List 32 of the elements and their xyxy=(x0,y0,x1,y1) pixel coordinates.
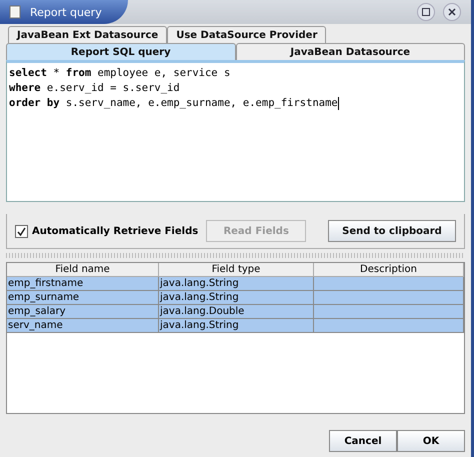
document-icon xyxy=(8,5,22,19)
close-icon xyxy=(448,8,456,16)
checkbox[interactable] xyxy=(15,224,28,238)
table-cell: java.lang.String xyxy=(159,291,314,305)
sql-editor[interactable]: select* from employee e, service s where e.serv_id = s.serv_id order by s.serv_name, e.emp_surname, e.emp_firstname xyxy=(6,60,465,202)
window-title: Report query xyxy=(30,6,102,18)
sql-line: order by s.serv_name, e.emp_surname, e.emp_firstname xyxy=(9,97,338,109)
close-button[interactable] xyxy=(443,3,461,21)
tab[interactable]: JavaBean Datasource xyxy=(236,43,465,60)
send-to-clipboard-button[interactable]: Send to clipboard xyxy=(328,220,456,242)
column-header[interactable]: Field type xyxy=(159,263,314,277)
tab[interactable]: Use DataSource Provider xyxy=(167,26,326,43)
maximize-icon xyxy=(422,8,430,16)
sql-line: select* from employee e, service s xyxy=(9,67,230,79)
checkbox-label: Automatically Retrieve Fields xyxy=(32,226,198,236)
maximize-button[interactable] xyxy=(417,3,435,21)
column-header[interactable]: Field name xyxy=(7,263,159,277)
table-cell: emp_surname xyxy=(7,291,159,305)
dialog-button[interactable]: OK xyxy=(397,430,465,452)
dialog-button[interactable]: Cancel xyxy=(329,430,397,452)
table-cell: java.lang.Double xyxy=(159,305,314,319)
tab[interactable]: JavaBean Ext Datasource xyxy=(8,26,168,43)
tab[interactable]: Report SQL query xyxy=(6,43,236,60)
sql-line: where e.serv_id = s.serv_id xyxy=(9,82,180,94)
check-icon xyxy=(17,226,26,236)
table-cell: emp_firstname xyxy=(7,277,159,291)
column-header[interactable]: Description xyxy=(314,263,464,277)
table-cell: serv_name xyxy=(7,319,159,333)
text-caret xyxy=(338,96,339,110)
table-cell: java.lang.String xyxy=(159,277,314,291)
table-cell: java.lang.String xyxy=(159,319,314,333)
table-cell: emp_salary xyxy=(7,305,159,319)
